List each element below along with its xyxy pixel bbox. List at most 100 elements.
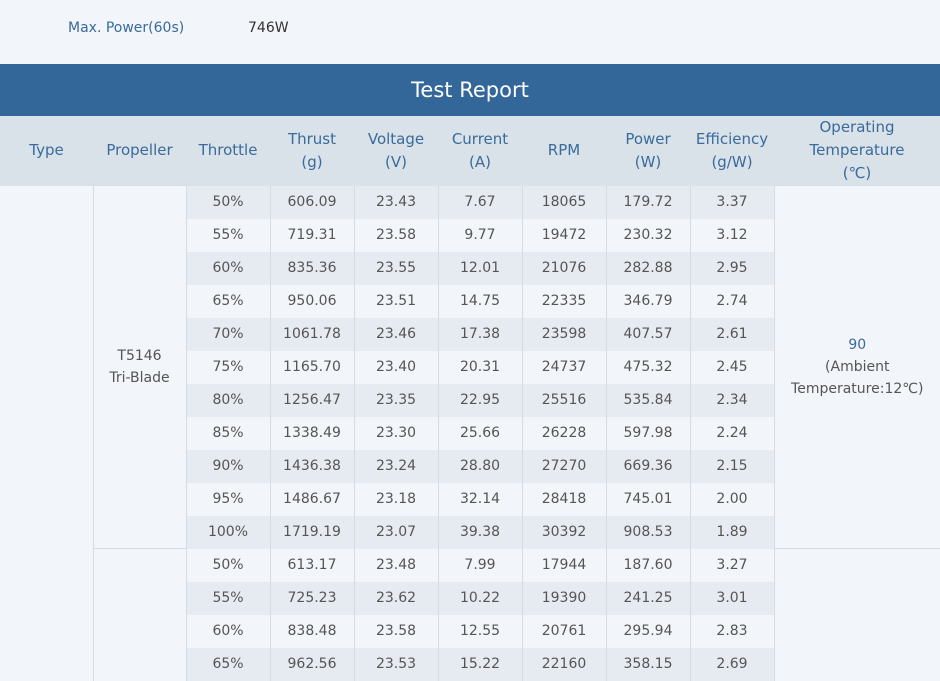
cell-current: 20.31	[438, 351, 522, 384]
cell-voltage: 23.24	[354, 450, 438, 483]
cell-power: 597.98	[606, 417, 690, 450]
cell-efficiency: 2.15	[690, 450, 774, 483]
cell-throttle: 85%	[186, 417, 270, 450]
cell-thrust: 719.31	[270, 219, 354, 252]
cell-voltage: 23.30	[354, 417, 438, 450]
cell-efficiency: 1.89	[690, 516, 774, 549]
cell-thrust: 1165.70	[270, 351, 354, 384]
cell-throttle: 50%	[186, 186, 270, 219]
report-body: T5146Tri-Blade50%606.0923.437.6718065179…	[0, 186, 940, 681]
cell-throttle: 80%	[186, 384, 270, 417]
table-row: 50%613.1723.487.9917944187.603.27	[0, 549, 940, 582]
header-row: Type Propeller Throttle Thrust(g) Voltag…	[0, 116, 940, 186]
cell-thrust: 606.09	[270, 186, 354, 219]
cell-thrust: 1256.47	[270, 384, 354, 417]
cell-rpm: 27270	[522, 450, 606, 483]
cell-thrust: 1338.49	[270, 417, 354, 450]
cell-efficiency: 2.61	[690, 318, 774, 351]
header-power: Power(W)	[606, 116, 690, 186]
cell-throttle: 55%	[186, 219, 270, 252]
cell-voltage: 23.51	[354, 285, 438, 318]
cell-current: 9.77	[438, 219, 522, 252]
cell-throttle: 70%	[186, 318, 270, 351]
cell-thrust: 835.36	[270, 252, 354, 285]
cell-efficiency: 2.95	[690, 252, 774, 285]
cell-throttle: 60%	[186, 252, 270, 285]
cell-rpm: 19472	[522, 219, 606, 252]
cell-power: 230.32	[606, 219, 690, 252]
cell-efficiency: 3.37	[690, 186, 774, 219]
cell-thrust: 838.48	[270, 615, 354, 648]
cell-rpm: 23598	[522, 318, 606, 351]
cell-current: 7.67	[438, 186, 522, 219]
report-title: Test Report	[0, 64, 940, 116]
cell-throttle: 60%	[186, 615, 270, 648]
cell-power: 745.01	[606, 483, 690, 516]
cell-voltage: 23.48	[354, 549, 438, 582]
cell-voltage: 23.07	[354, 516, 438, 549]
header-temperature: OperatingTemperature(℃)	[774, 116, 940, 186]
cell-throttle: 100%	[186, 516, 270, 549]
cell-rpm: 24737	[522, 351, 606, 384]
cell-rpm: 26228	[522, 417, 606, 450]
header-throttle: Throttle	[186, 116, 270, 186]
cell-efficiency: 2.45	[690, 351, 774, 384]
cell-rpm: 22160	[522, 648, 606, 681]
cell-thrust: 962.56	[270, 648, 354, 681]
cell-current: 32.14	[438, 483, 522, 516]
cell-efficiency: 2.74	[690, 285, 774, 318]
max-power-value: 746W	[248, 20, 289, 36]
cell-efficiency: 2.83	[690, 615, 774, 648]
cell-efficiency: 3.27	[690, 549, 774, 582]
cell-rpm: 19390	[522, 582, 606, 615]
temperature-note: (Ambient	[775, 356, 940, 378]
cell-throttle: 75%	[186, 351, 270, 384]
cell-current: 39.38	[438, 516, 522, 549]
max-power-label: Max. Power(60s)	[68, 20, 184, 36]
cell-power: 475.32	[606, 351, 690, 384]
cell-voltage: 23.40	[354, 351, 438, 384]
propeller-model: T5146	[117, 348, 161, 364]
cell-efficiency: 2.69	[690, 648, 774, 681]
cell-thrust: 1486.67	[270, 483, 354, 516]
cell-efficiency: 2.24	[690, 417, 774, 450]
cell-current: 25.66	[438, 417, 522, 450]
temperature-cell	[774, 549, 940, 681]
cell-thrust: 1436.38	[270, 450, 354, 483]
cell-voltage: 23.62	[354, 582, 438, 615]
cell-throttle: 95%	[186, 483, 270, 516]
cell-current: 22.95	[438, 384, 522, 417]
cell-current: 12.01	[438, 252, 522, 285]
header-current: Current(A)	[438, 116, 522, 186]
cell-rpm: 21076	[522, 252, 606, 285]
cell-throttle: 90%	[186, 450, 270, 483]
cell-throttle: 50%	[186, 549, 270, 582]
cell-thrust: 613.17	[270, 549, 354, 582]
cell-rpm: 18065	[522, 186, 606, 219]
cell-power: 282.88	[606, 252, 690, 285]
test-report-table: Type Propeller Throttle Thrust(g) Voltag…	[0, 116, 940, 681]
cell-current: 7.99	[438, 549, 522, 582]
cell-voltage: 23.35	[354, 384, 438, 417]
temperature-cell: 90(AmbientTemperature:12℃)	[774, 186, 940, 549]
cell-thrust: 725.23	[270, 582, 354, 615]
type-cell	[0, 186, 93, 681]
spec-row: Max. Power(60s) 746W	[0, 0, 940, 64]
cell-power: 187.60	[606, 549, 690, 582]
cell-thrust: 950.06	[270, 285, 354, 318]
cell-voltage: 23.58	[354, 615, 438, 648]
header-type: Type	[0, 116, 93, 186]
cell-power: 535.84	[606, 384, 690, 417]
cell-power: 358.15	[606, 648, 690, 681]
propeller-cell: T5146Tri-Blade	[93, 186, 186, 549]
cell-rpm: 30392	[522, 516, 606, 549]
table-row: T5146Tri-Blade50%606.0923.437.6718065179…	[0, 186, 940, 219]
cell-voltage: 23.53	[354, 648, 438, 681]
temperature-note: Temperature:12℃)	[775, 378, 940, 400]
temperature-value: 90	[775, 334, 940, 356]
cell-efficiency: 2.34	[690, 384, 774, 417]
cell-current: 17.38	[438, 318, 522, 351]
cell-power: 241.25	[606, 582, 690, 615]
cell-current: 28.80	[438, 450, 522, 483]
cell-power: 407.57	[606, 318, 690, 351]
